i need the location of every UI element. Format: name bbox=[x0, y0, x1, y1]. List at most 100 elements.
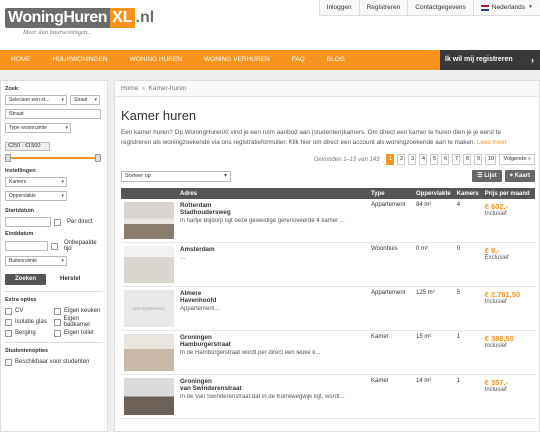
breadcrumb-current: Kamer-huren bbox=[148, 85, 187, 92]
table-row[interactable]: Groningen van Swinderenstraat In de Van Sw… bbox=[121, 374, 535, 419]
read-more-link[interactable]: Lees meer bbox=[477, 139, 507, 146]
city-select[interactable]: Selecteer een st... bbox=[5, 95, 67, 105]
breadcrumb-home[interactable]: Home bbox=[121, 85, 138, 92]
nav-faq[interactable]: FAQ bbox=[281, 50, 316, 70]
search-button[interactable]: Zoeken bbox=[5, 274, 47, 285]
listing-street[interactable]: Stadhoudersweg bbox=[180, 209, 365, 216]
students-option-label: Beschikbaar voor studenten bbox=[15, 359, 90, 365]
end-date-input[interactable] bbox=[5, 241, 49, 251]
listing-street[interactable]: Hamburgerstraat bbox=[180, 341, 365, 348]
indefinite-checkbox[interactable] bbox=[51, 242, 58, 250]
extra-option[interactable]: Berging bbox=[5, 328, 54, 338]
slider-max-handle[interactable] bbox=[95, 154, 101, 162]
extra-option[interactable]: Eigen keuken bbox=[54, 306, 103, 316]
page-link[interactable]: 4 bbox=[419, 154, 428, 165]
reset-button[interactable]: Herstel bbox=[52, 274, 88, 285]
extra-option[interactable]: Eigen toilet bbox=[54, 328, 103, 338]
listing-rooms: 4 bbox=[453, 199, 482, 243]
street-select[interactable]: Straat bbox=[70, 95, 100, 105]
contact-link[interactable]: Contactgegevens bbox=[407, 0, 473, 15]
column-header-rooms[interactable]: Kamers bbox=[453, 188, 482, 199]
listing-city[interactable]: Amsterdam bbox=[180, 246, 365, 253]
area-select[interactable]: Oppervlakte bbox=[5, 191, 67, 201]
checkbox[interactable] bbox=[54, 329, 61, 337]
extra-option[interactable]: Isolatie glas bbox=[5, 317, 54, 327]
logo-main-text: WoningHuren bbox=[5, 8, 111, 28]
nav-blog[interactable]: BLOG bbox=[316, 50, 356, 70]
listing-photo[interactable] bbox=[124, 334, 174, 371]
page-link[interactable]: 10 bbox=[485, 154, 497, 165]
extra-option[interactable]: CV bbox=[5, 306, 54, 316]
listing-street[interactable]: Havenhoofd bbox=[180, 297, 365, 304]
page-link[interactable]: 1 bbox=[386, 154, 395, 165]
listing-price-note: Inclusief bbox=[484, 211, 507, 217]
page-link[interactable]: 8 bbox=[463, 154, 472, 165]
listing-photo[interactable] bbox=[124, 202, 174, 239]
checkbox[interactable] bbox=[5, 358, 12, 366]
street-input[interactable]: Straat bbox=[5, 109, 101, 119]
listing-price: € 602,- bbox=[484, 202, 509, 211]
table-row[interactable]: Groningen Hamburgerstraat In de Hamburgers… bbox=[121, 330, 535, 375]
start-date-input[interactable] bbox=[5, 217, 51, 227]
logo-tagline: Meer dan huurwoningen... bbox=[23, 29, 93, 36]
listing-area: 0 m² bbox=[413, 242, 454, 287]
outdoor-select[interactable]: Buitenruimte bbox=[5, 256, 67, 266]
language-selector[interactable]: Nederlands ▼ bbox=[472, 0, 540, 15]
listing-city[interactable]: Groningen bbox=[180, 334, 365, 341]
register-link[interactable]: Registreren bbox=[358, 0, 408, 15]
column-header-type[interactable]: Type bbox=[368, 188, 413, 199]
listing-city[interactable]: Groningen bbox=[180, 378, 365, 385]
extra-option-label: Isolatie glas bbox=[15, 319, 47, 325]
table-row[interactable]: Rotterdam Stadhoudersweg In hartje Blijdor… bbox=[121, 199, 535, 243]
listing-city[interactable]: Almere bbox=[180, 290, 365, 297]
page-link[interactable]: 5 bbox=[430, 154, 439, 165]
site-header: WoningHuren XL .nl Meer dan huurwoningen..… bbox=[0, 0, 540, 50]
listing-description: Appartement... bbox=[180, 306, 220, 312]
page-link[interactable]: 7 bbox=[452, 154, 461, 165]
listing-street[interactable]: van Swinderenstraat bbox=[180, 385, 365, 392]
next-page-button[interactable]: Volgende » bbox=[499, 154, 535, 165]
listing-type: Woonhuis bbox=[368, 242, 413, 287]
nav-home[interactable]: HOME bbox=[0, 50, 42, 70]
site-logo[interactable]: WoningHuren XL .nl Meer dan huurwoningen..… bbox=[5, 6, 154, 38]
listing-price-note: Exclusief bbox=[484, 255, 509, 261]
login-link[interactable]: Inloggen bbox=[318, 0, 359, 15]
listing-rooms: 0 bbox=[453, 242, 482, 287]
type-select[interactable]: Type woonruimte bbox=[5, 123, 71, 133]
results-count: Gevonden 1–15 van 143 bbox=[313, 156, 380, 163]
extra-option[interactable]: Eigen badkamer bbox=[54, 316, 103, 328]
per-direct-checkbox[interactable] bbox=[54, 218, 61, 226]
page-link[interactable]: 3 bbox=[408, 154, 417, 165]
rooms-select[interactable]: Kamers bbox=[5, 177, 67, 187]
map-view-button[interactable]: ⌖ Kaart bbox=[504, 170, 535, 182]
price-slider[interactable] bbox=[5, 154, 101, 162]
nav-woning-verhuren[interactable]: WONING VERHUREN bbox=[193, 50, 281, 70]
register-button[interactable]: Ik wil mij registreren › bbox=[440, 50, 540, 70]
listing-photo[interactable] bbox=[124, 246, 174, 283]
checkbox[interactable] bbox=[5, 329, 12, 337]
nav-woning-huren[interactable]: WONING HUREN bbox=[119, 50, 193, 70]
checkbox[interactable] bbox=[54, 307, 61, 315]
checkbox[interactable] bbox=[54, 318, 61, 326]
extras-label: Extra opties bbox=[5, 297, 37, 303]
table-row[interactable]: WoningHurenXL Almere Havenhoofd Appartemen… bbox=[121, 286, 535, 331]
checkbox[interactable] bbox=[5, 307, 12, 315]
sort-select[interactable]: Sorteer op bbox=[121, 170, 231, 182]
page-link[interactable]: 2 bbox=[397, 154, 406, 165]
listing-photo[interactable] bbox=[124, 378, 174, 415]
slider-min-handle[interactable] bbox=[5, 154, 11, 162]
extra-option-label: Eigen keuken bbox=[64, 308, 101, 314]
students-option[interactable]: Beschikbaar voor studenten bbox=[5, 357, 103, 367]
checkbox[interactable] bbox=[5, 318, 12, 326]
column-header-area[interactable]: Oppervlakte bbox=[413, 188, 454, 199]
page-link[interactable]: 9 bbox=[474, 154, 483, 165]
column-header-price[interactable]: Prijs per maand bbox=[481, 188, 535, 199]
listing-city[interactable]: Rotterdam bbox=[180, 202, 365, 209]
column-header-address[interactable]: Adres bbox=[177, 188, 368, 199]
listing-photo-placeholder[interactable]: WoningHurenXL bbox=[124, 290, 174, 327]
page-link[interactable]: 6 bbox=[441, 154, 450, 165]
listing-area: 84 m² bbox=[413, 199, 454, 243]
table-row[interactable]: Amsterdam... Woonhuis 0 m² 0 € 9,- Exclus… bbox=[121, 242, 535, 287]
nav-huurwoningen[interactable]: HUURWONINGEN bbox=[42, 50, 119, 70]
list-view-button[interactable]: ☰ Lijst bbox=[472, 170, 502, 182]
